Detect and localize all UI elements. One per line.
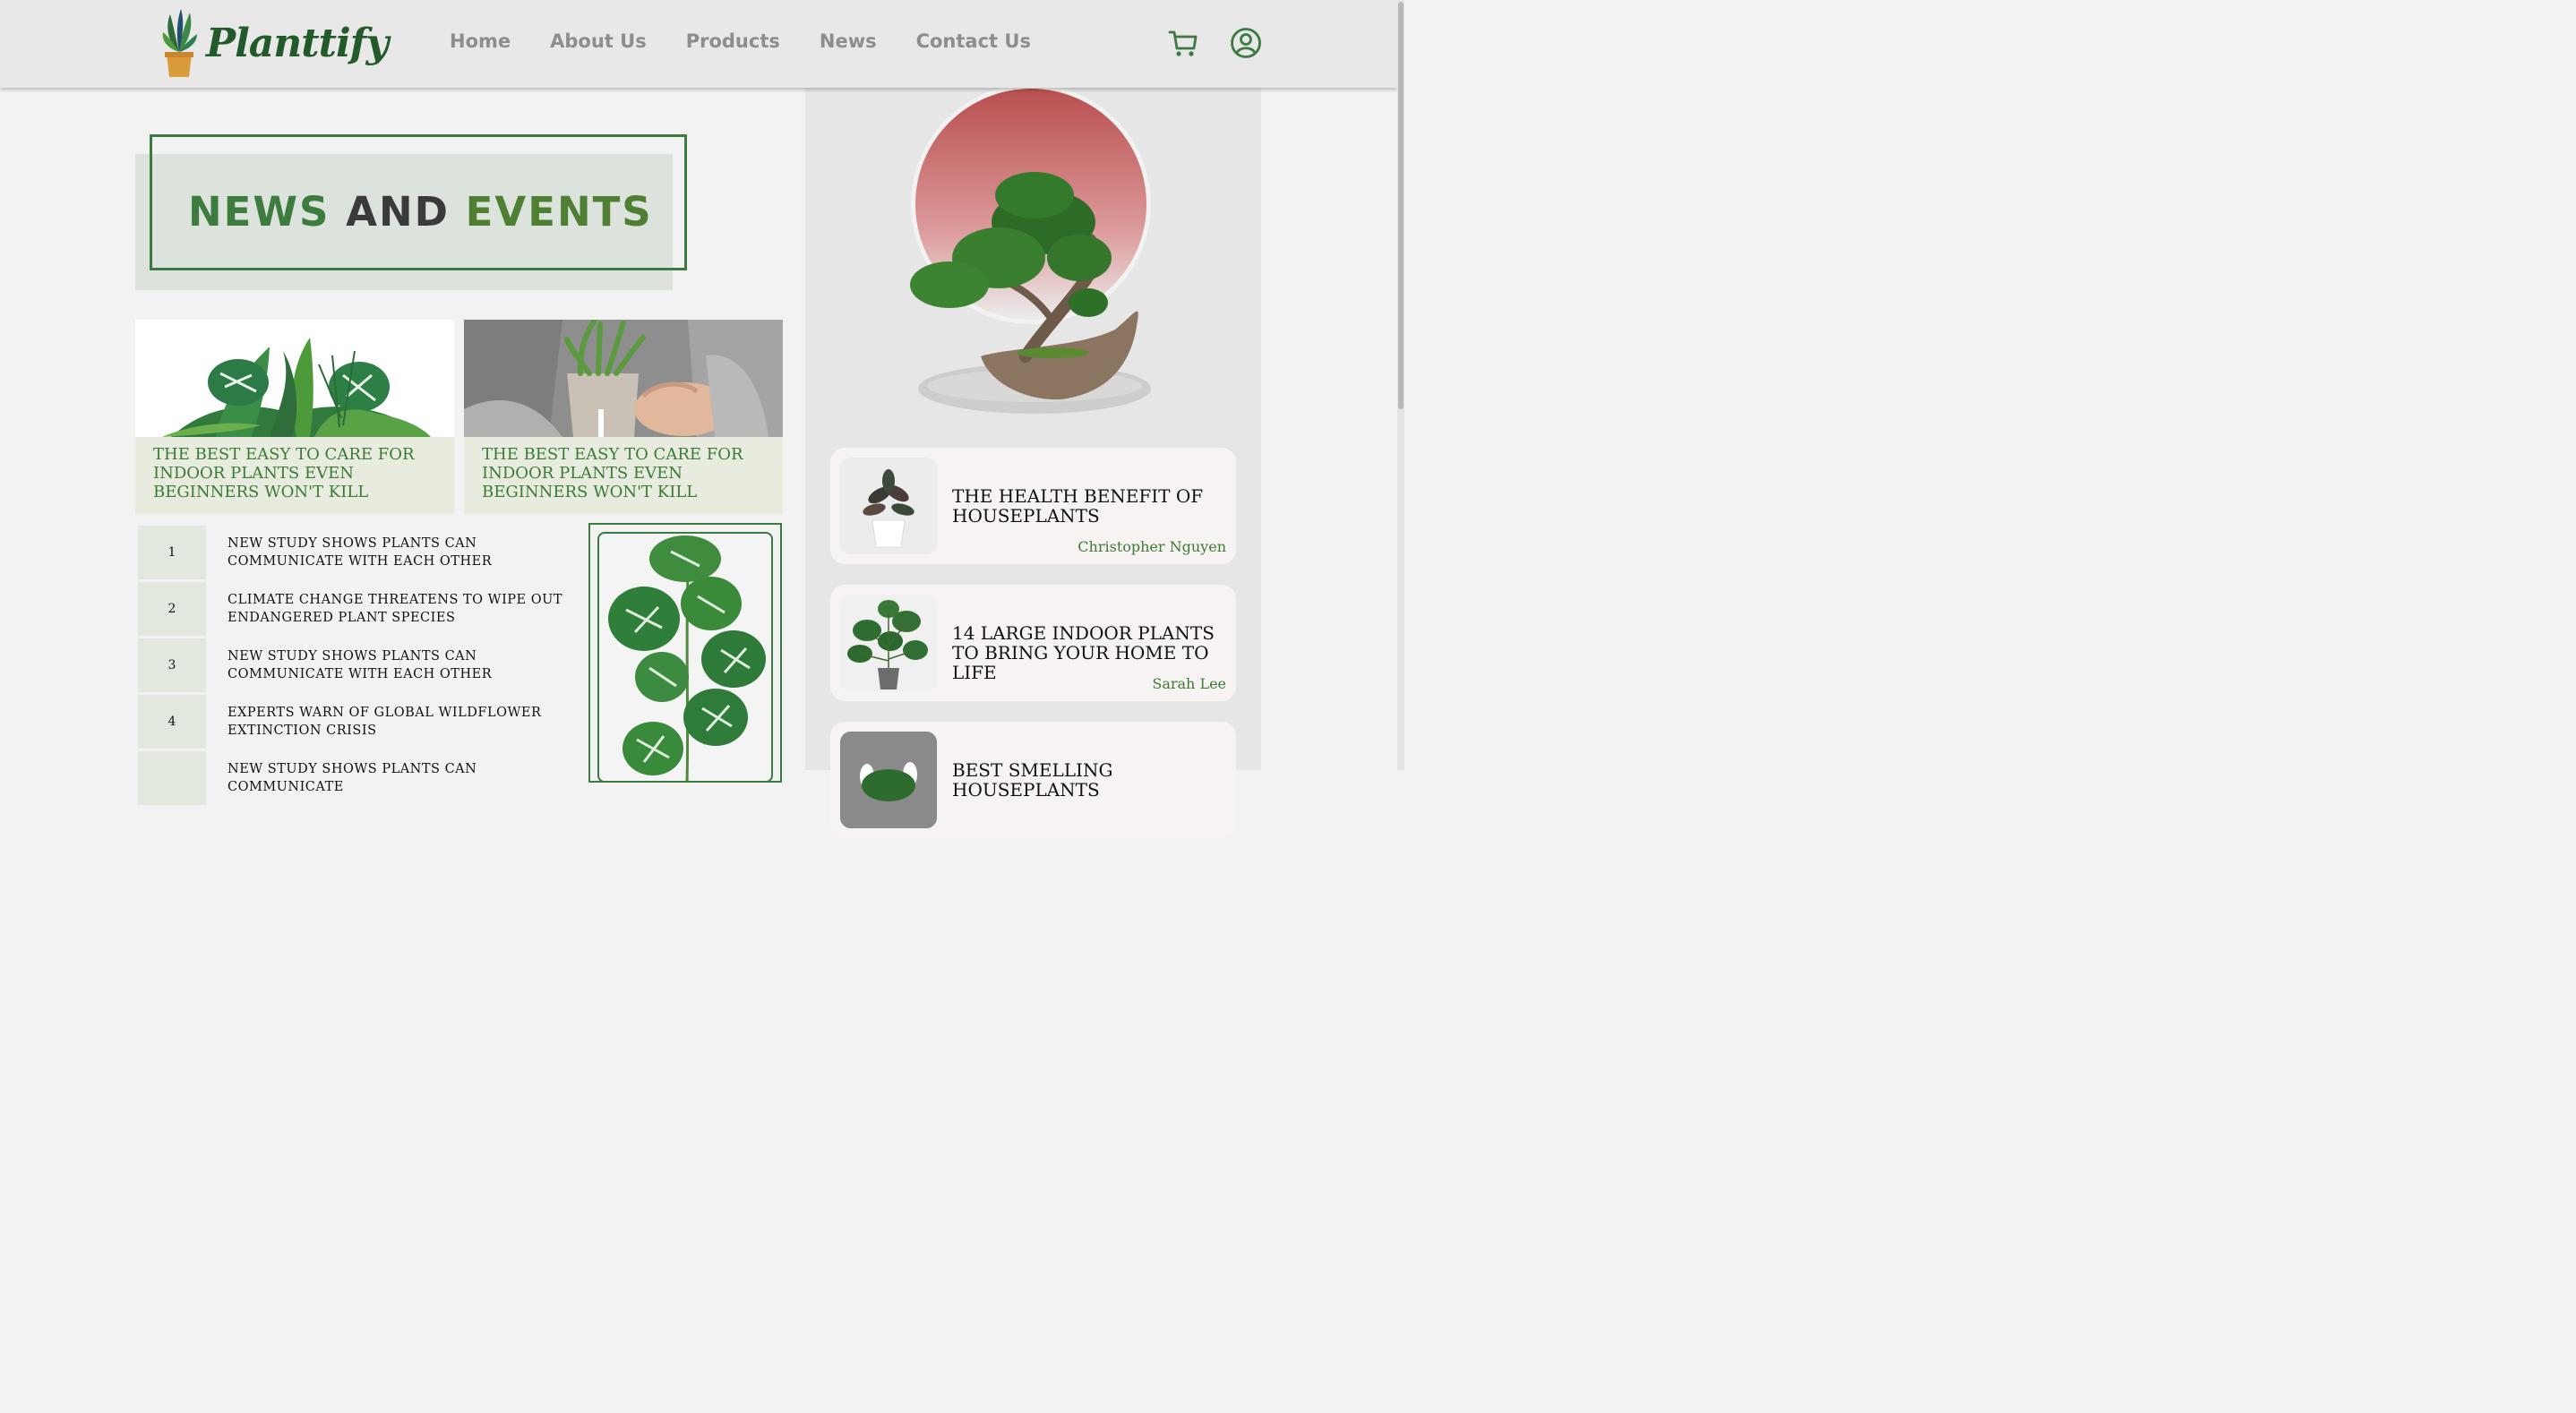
tropical-leaves-image: [135, 320, 454, 437]
page-scrollbar[interactable]: [1397, 0, 1404, 770]
list-number: 2: [138, 582, 206, 636]
side-article-card[interactable]: BEST SMELLING HOUSEPLANTS: [830, 722, 1236, 838]
rubber-plant-thumbnail: [840, 458, 937, 554]
nav-news[interactable]: News: [820, 30, 877, 52]
list-number: 1: [138, 526, 206, 579]
brand-logo[interactable]: Planttify: [159, 7, 389, 79]
list-item[interactable]: NEW STUDY SHOWS PLANTS CAN COMMUNICATE: [138, 751, 568, 805]
list-headline: NEW STUDY SHOWS PLANTS CAN COMMUNICATE W…: [228, 536, 493, 569]
peace-lily-thumbnail: [840, 732, 937, 828]
title-word-events: EVENTS: [465, 188, 653, 236]
scrollbar-thumb[interactable]: [1398, 2, 1404, 409]
site-header: Planttify Home About Us Products News Co…: [0, 0, 1397, 88]
title-word-news: NEWS: [188, 188, 331, 236]
side-article-card[interactable]: THE HEALTH BENEFIT OF HOUSEPLANTS Christ…: [830, 448, 1236, 564]
news-card[interactable]: THE BEST EASY TO CARE FOR INDOOR PLANTS …: [464, 320, 783, 514]
user-icon[interactable]: [1230, 27, 1262, 59]
side-article-title: THE HEALTH BENEFIT OF HOUSEPLANTS: [952, 485, 1204, 527]
list-item[interactable]: 4 EXPERTS WARN OF GLOBAL WILDFLOWER EXTI…: [138, 695, 568, 749]
list-number: 4: [138, 695, 206, 749]
hand-holding-plant-image: [464, 320, 783, 437]
list-number: 3: [138, 638, 206, 692]
monstera-image: [597, 532, 773, 783]
list-headline: NEW STUDY SHOWS PLANTS CAN COMMUNICATE W…: [228, 649, 493, 681]
side-article-title: BEST SMELLING HOUSEPLANTS: [952, 759, 1113, 801]
bonsai-hero-image: [900, 84, 1160, 428]
side-article-author: Christopher Nguyen: [1078, 538, 1226, 555]
nav-home[interactable]: Home: [450, 30, 511, 52]
side-article-title: 14 LARGE INDOOR PLANTS TO BRING YOUR HOM…: [952, 622, 1215, 683]
potted-plant-logo-icon: [162, 9, 197, 77]
title-word-and: AND: [346, 188, 450, 236]
list-number: [138, 751, 206, 805]
nav-products[interactable]: Products: [686, 30, 780, 52]
cart-icon[interactable]: [1167, 27, 1199, 59]
card-caption: THE BEST EASY TO CARE FOR INDOOR PLANTS …: [135, 437, 454, 514]
nav-contact-us[interactable]: Contact Us: [916, 30, 1031, 52]
list-headline: CLIMATE CHANGE THREATENS TO WIPE OUT END…: [228, 593, 563, 625]
side-article-author: Sarah Lee: [1152, 675, 1226, 692]
side-article-card[interactable]: 14 LARGE INDOOR PLANTS TO BRING YOUR HOM…: [830, 585, 1236, 701]
card-caption: THE BEST EASY TO CARE FOR INDOOR PLANTS …: [464, 437, 783, 514]
list-item[interactable]: 3 NEW STUDY SHOWS PLANTS CAN COMMUNICATE…: [138, 638, 568, 692]
list-item[interactable]: 2 CLIMATE CHANGE THREATENS TO WIPE OUT E…: [138, 582, 568, 636]
list-item[interactable]: 1 NEW STUDY SHOWS PLANTS CAN COMMUNICATE…: [138, 526, 568, 579]
nav-about-us[interactable]: About Us: [550, 30, 647, 52]
brand-name: Planttify: [206, 20, 389, 66]
list-headline: EXPERTS WARN OF GLOBAL WILDFLOWER EXTINC…: [228, 706, 542, 738]
news-card[interactable]: THE BEST EASY TO CARE FOR INDOOR PLANTS …: [135, 320, 454, 514]
page-title: NEWS AND EVENTS: [188, 188, 653, 236]
monstera-pot-thumbnail: [840, 595, 937, 691]
main-nav: Home About Us Products News Contact Us: [450, 30, 1031, 52]
list-headline: NEW STUDY SHOWS PLANTS CAN COMMUNICATE: [228, 762, 477, 794]
